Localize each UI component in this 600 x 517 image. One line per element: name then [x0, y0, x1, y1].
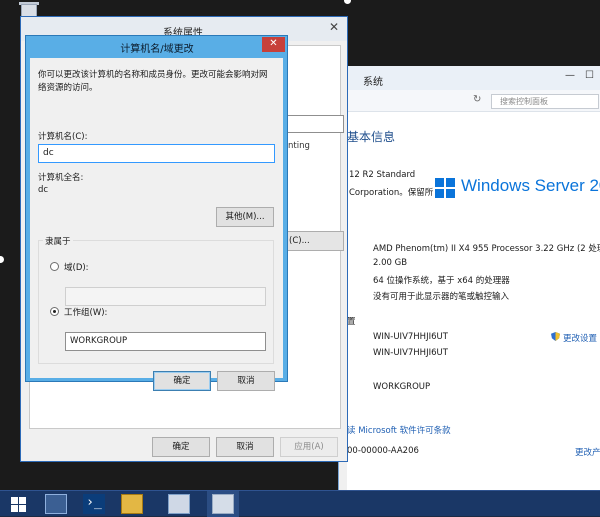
windows-edition: 12 R2 Standard — [349, 170, 416, 180]
workgroup-input[interactable]: WORKGROUP — [65, 332, 266, 351]
windows-server-brand: Windows Server 2012 — [461, 176, 600, 195]
refresh-icon[interactable]: ↻ — [473, 94, 481, 105]
computer-name-dialog: 计算机名/域更改 ✕ 你可以更改该计算机的名称和成员身份。更改可能会影响对网络资… — [25, 35, 288, 391]
member-of-group: 隶属于 域(D): 工作组(W): WORKGROUP — [38, 235, 274, 364]
maximize-icon[interactable]: ☐ — [585, 70, 594, 81]
close-icon[interactable]: ✕ — [329, 20, 339, 34]
pen-touch-value: 没有可用于此显示器的笔或触控输入 — [373, 292, 510, 302]
powershell-icon[interactable]: ›_ — [83, 494, 105, 514]
system-properties-taskbar-icon[interactable] — [212, 494, 234, 514]
memory-value: 2.00 GB — [373, 258, 408, 268]
more-button[interactable]: 其他(M)... — [216, 207, 274, 227]
desktop: 系统 — ☐ ↻ 搜索控制面板 基本信息 12 R2 Standard Corp… — [0, 0, 600, 490]
windows-start-icon[interactable] — [8, 494, 30, 514]
product-id-value: 00-00000-AA206 — [347, 446, 419, 456]
partial-label: nting — [288, 141, 310, 151]
workgroup-label: 工作组(W): — [64, 308, 108, 318]
shield-icon — [551, 332, 560, 341]
dialog-description: 你可以更改该计算机的名称和成员身份。更改可能会影响对网络资源的访问。 — [38, 70, 268, 93]
server-manager-icon[interactable] — [45, 494, 67, 514]
close-icon[interactable]: ✕ — [262, 37, 285, 52]
settings-section-heading: 置 — [347, 317, 356, 327]
processor-value: AMD Phenom(tm) II X4 955 Processor 3.22 … — [373, 244, 600, 254]
search-input[interactable]: 搜索控制面板 — [491, 94, 599, 109]
remote-desktop-icon[interactable] — [168, 494, 190, 514]
change-button[interactable]: (C)... — [284, 231, 344, 251]
domain-input[interactable] — [65, 287, 266, 306]
license-terms-link[interactable]: 读 Microsoft 软件许可条款 — [347, 424, 451, 436]
computer-name-label: 计算机名(C): — [38, 132, 88, 142]
workgroup-value: WORKGROUP — [373, 382, 431, 392]
domain-radio[interactable] — [50, 262, 59, 271]
system-type-value: 64 位操作系统，基于 x64 的处理器 — [373, 276, 510, 286]
system-window-titlebar: 系统 — ☐ — [339, 66, 600, 90]
cancel-button[interactable]: 取消 — [217, 371, 275, 391]
windows-logo-icon — [435, 178, 455, 198]
resize-handle — [344, 0, 351, 4]
change-product-key-link[interactable]: 更改产 — [575, 446, 600, 458]
member-of-label: 隶属于 — [43, 235, 73, 247]
computer-name-input[interactable]: dc — [38, 144, 275, 163]
file-explorer-icon[interactable] — [121, 494, 143, 514]
ok-button[interactable]: 确定 — [152, 437, 210, 457]
computer-name-dialog-body: 你可以更改该计算机的名称和成员身份。更改可能会影响对网络资源的访问。 计算机名(… — [30, 58, 283, 391]
computer-name-dialog-title: 计算机名/域更改 — [120, 44, 194, 55]
taskbar: ›_ — [0, 490, 600, 517]
computer-description-field[interactable] — [284, 115, 344, 133]
full-computer-name-value: dc — [38, 185, 49, 195]
minimize-icon[interactable]: — — [565, 70, 575, 81]
system-window: 系统 — ☐ ↻ 搜索控制面板 基本信息 12 R2 Standard Corp… — [338, 66, 600, 490]
apply-button[interactable]: 应用(A) — [280, 437, 338, 457]
computer-name-value: WIN-UIV7HHJI6UT — [373, 332, 448, 342]
basic-info-heading: 基本信息 — [347, 130, 396, 144]
ok-button[interactable]: 确定 — [153, 371, 211, 391]
system-window-title: 系统 — [363, 77, 383, 88]
full-computer-name-label: 计算机全名: — [38, 173, 84, 183]
domain-label: 域(D): — [64, 263, 89, 273]
cancel-button[interactable]: 取消 — [216, 437, 274, 457]
copyright-text: Corporation。保留所 — [349, 188, 434, 198]
workgroup-radio[interactable] — [50, 307, 59, 316]
change-settings-link[interactable]: 更改设置 — [563, 332, 597, 344]
full-computer-name-value: WIN-UIV7HHJI6UT — [373, 348, 448, 358]
resize-handle — [0, 256, 4, 263]
